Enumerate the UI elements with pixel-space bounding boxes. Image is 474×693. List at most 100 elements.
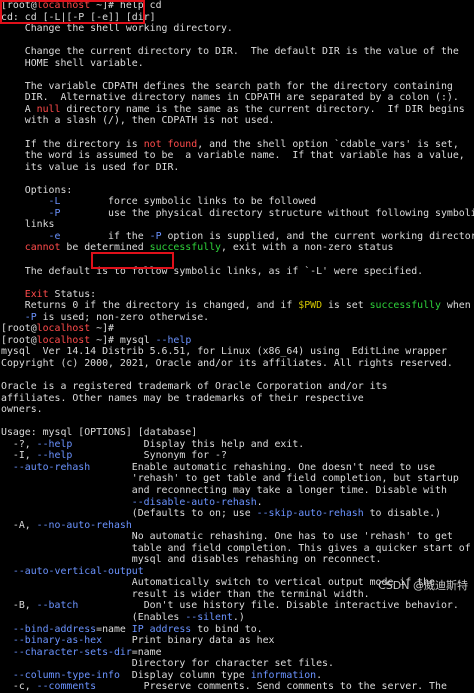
terminal-text: The variable CDPATH defines the search p…: [1, 80, 453, 92]
terminal-line: owners.: [1, 404, 474, 416]
terminal-text: Preserve comments. Send comments to the …: [96, 681, 447, 693]
terminal-text: successfully: [369, 300, 441, 312]
terminal-text: Copyright (c) 2000, 2021, Oracle and/or …: [1, 357, 453, 369]
terminal-text: --comments: [36, 681, 97, 693]
terminal-text: Change the current directory to DIR. The…: [1, 46, 459, 58]
terminal-line: Change the current directory to DIR. The…: [1, 46, 474, 58]
terminal-line: and reconnecting may take a longer time.…: [1, 485, 474, 497]
terminal-text: with a slash (/), then CDPATH is not use…: [1, 115, 275, 127]
terminal-text: -e: [1, 230, 61, 242]
terminal-text: DIR. Alternative directory names in CDPA…: [1, 92, 459, 104]
terminal-line: its value is used for DIR.: [1, 162, 474, 174]
terminal-line: -A, --no-auto-rehash: [1, 520, 474, 532]
terminal-line: with a slash (/), then CDPATH is not use…: [1, 115, 474, 127]
terminal-text: $PWD: [298, 300, 323, 312]
terminal-text: not found: [143, 138, 198, 150]
terminal-text: The default is to follow symbolic links,…: [1, 265, 424, 277]
terminal-text: --batch: [36, 600, 79, 612]
terminal-text: Change the shell working directory.: [1, 23, 233, 35]
terminal-text: cd: cd [-L|[-P [-e]] [dir]: [1, 11, 156, 23]
terminal-text: information: [250, 669, 317, 681]
terminal-text: force symbolic links to be followed: [60, 196, 317, 208]
terminal-line: If the directory is not found, and the s…: [1, 139, 474, 151]
terminal-text: its value is used for DIR.: [1, 161, 180, 173]
terminal-text: --auto-rehash: [1, 461, 91, 473]
terminal-text: --help: [36, 450, 73, 462]
terminal-text: is set: [322, 300, 370, 312]
terminal-text: localhost: [36, 334, 91, 346]
terminal-line: links: [1, 219, 474, 231]
terminal-text: -B,: [1, 600, 37, 612]
terminal-line: --auto-rehash Enable automatic rehashing…: [1, 462, 474, 474]
terminal-line: --binary-as-hex Print binary data as hex: [1, 635, 474, 647]
terminal-text: IP address: [131, 623, 192, 635]
terminal-text: If the directory is: [1, 138, 144, 150]
terminal-text: to bind to.: [191, 623, 263, 635]
terminal-line: --character-sets-dir=name: [1, 647, 474, 659]
terminal-line: Options:: [1, 185, 474, 197]
terminal-text: ~]#: [90, 323, 114, 335]
terminal-line: mysql Ver 14.14 Distrib 5.6.51, for Linu…: [1, 346, 474, 358]
terminal-line: [root@localhost ~]# help cd: [1, 0, 474, 12]
terminal-line: -P use the physical directory structure …: [1, 208, 474, 220]
terminal-line: [root@localhost ~]#: [1, 323, 474, 335]
terminal-text: result is wider than the terminal width.: [1, 588, 370, 600]
terminal-text: is used; non-zero otherwise.: [36, 311, 210, 323]
terminal-text: , exit with a non-zero status: [220, 242, 394, 254]
terminal-text: A: [1, 103, 37, 115]
terminal-text: [root@: [1, 323, 37, 335]
terminal-text: --silent: [185, 611, 233, 623]
terminal-text: Directory for character set files.: [1, 658, 334, 670]
terminal-line: Change the shell working directory.: [1, 23, 474, 35]
terminal-line: Returns 0 if the directory is changed, a…: [1, 300, 474, 312]
terminal-line: -c, --comments Preserve comments. Send c…: [1, 681, 474, 693]
terminal-text: --bind-address: [12, 623, 97, 635]
terminal-text: --column-type-info: [1, 669, 120, 681]
terminal-text: -I,: [1, 450, 37, 462]
terminal-line: cannot be determined successfully, exit …: [1, 242, 474, 254]
terminal-text: Options:: [1, 184, 73, 196]
terminal-text: Don't use history file. Disable interact…: [78, 600, 459, 612]
terminal-text: (Enables: [1, 611, 186, 623]
terminal-text: HOME shell variable.: [1, 57, 144, 69]
terminal-text: to disable.): [363, 508, 441, 520]
terminal-text: option is supplied, and the current work…: [161, 230, 474, 242]
terminal-line: DIR. Alternative directory names in CDPA…: [1, 92, 474, 104]
terminal-line: mysql and disables rehashing on reconnec…: [1, 554, 474, 566]
terminal-text: .: [256, 496, 263, 508]
terminal-text: -P: [24, 311, 37, 323]
terminal-text: Returns 0 if the directory is changed, a…: [1, 300, 299, 312]
terminal-line: -e if the -P option is supplied, and the…: [1, 231, 474, 243]
terminal-text: .: [316, 669, 323, 681]
terminal-text: --character-sets-dir: [1, 646, 132, 658]
terminal-text: owners.: [1, 404, 43, 416]
terminal-text: --disable-auto-rehash: [131, 496, 257, 508]
terminal-text: use the physical directory structure wit…: [60, 207, 474, 219]
terminal-text: affiliates. Other names may be trademark…: [1, 392, 364, 404]
terminal-text: --help: [155, 334, 192, 346]
terminal-line: cd: cd [-L|[-P [-e]] [dir]: [1, 12, 474, 24]
terminal-text: localhost: [36, 0, 91, 11]
terminal-text: =name: [131, 646, 162, 658]
terminal-text: (Defaults to on; use: [1, 508, 257, 520]
terminal-line: table and field completion. This gives a…: [1, 543, 474, 555]
terminal-line: -B, --batch Don't use history file. Disa…: [1, 600, 474, 612]
terminal-text: table and field completion. This gives a…: [1, 542, 471, 554]
terminal-text: localhost: [36, 323, 91, 335]
terminal-text: mysql Ver 14.14 Distrib 5.6.51, for Linu…: [1, 346, 447, 358]
terminal-line: --auto-vertical-output: [1, 566, 474, 578]
terminal-line: --bind-address=name IP address to bind t…: [1, 624, 474, 636]
terminal-line: --disable-auto-rehash.: [1, 497, 474, 509]
terminal-line: (Enables --silent.): [1, 612, 474, 624]
terminal-text: Usage: mysql [OPTIONS] [database]: [1, 427, 198, 439]
terminal-line: Oracle is a registered trademark of Orac…: [1, 381, 474, 393]
terminal-line: -L force symbolic links to be followed: [1, 196, 474, 208]
terminal-text: ~]#: [90, 334, 120, 346]
terminal-text: Oracle is a registered trademark of Orac…: [1, 381, 388, 393]
terminal-text: directory name is the same as the curren…: [60, 103, 465, 115]
terminal-line: HOME shell variable.: [1, 58, 474, 70]
